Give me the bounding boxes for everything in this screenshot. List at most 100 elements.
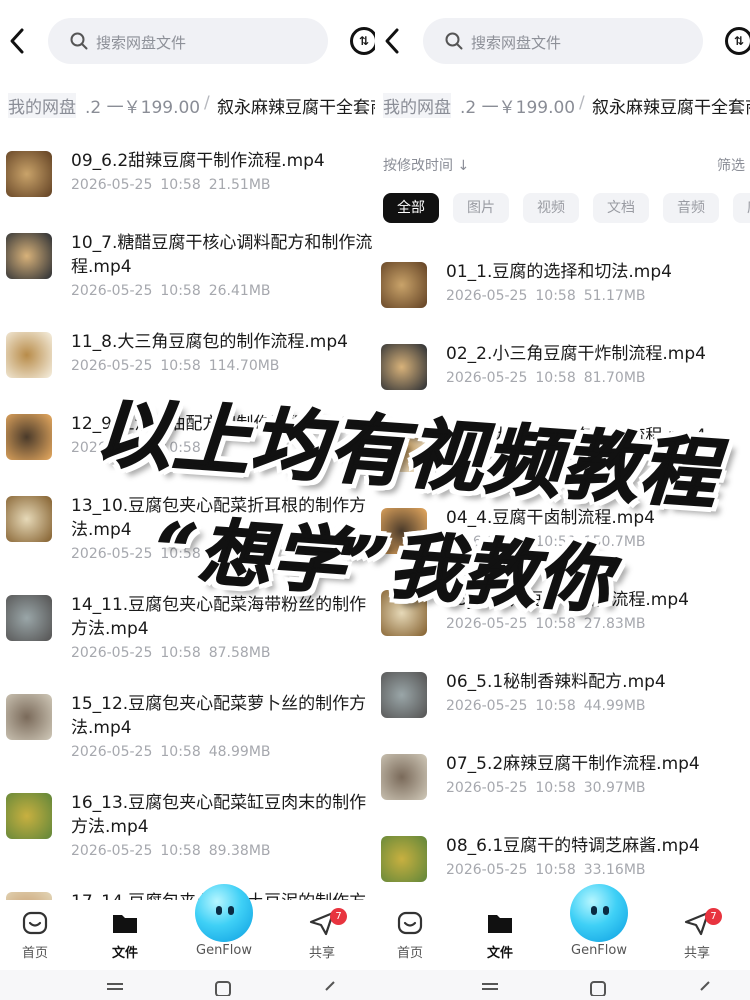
tab-genflow-label: GenFlow <box>571 943 627 958</box>
file-time: 10:58 <box>535 698 576 714</box>
back-nav-icon[interactable] <box>697 980 713 996</box>
share-badge: 7 <box>705 908 722 925</box>
search-placeholder: 搜索网盘文件 <box>96 34 187 52</box>
recent-apps-icon[interactable] <box>480 980 500 996</box>
chip-apps[interactable]: 应用 <box>733 193 750 223</box>
file-date: 2026-05-25 <box>71 283 153 299</box>
video-thumbnail <box>6 595 52 641</box>
sort-row: 按修改时间 ↓ 筛选 <box>383 155 745 177</box>
search-input[interactable]: 搜索网盘文件 <box>48 18 328 64</box>
tab-share-label: 共享 <box>683 946 710 961</box>
tab-files[interactable]: 文件 <box>90 910 160 961</box>
file-time: 10:58 <box>535 452 576 468</box>
breadcrumb-current: 叙永麻辣豆腐干全套商 <box>592 98 750 118</box>
file-name: 15_12.豆腐包夹心配菜萝卜丝的制作方法.mp4 <box>71 694 367 738</box>
file-meta: 2026-05-25 10:58 114.70MB <box>71 358 287 374</box>
search-input[interactable]: 搜索网盘文件 <box>423 18 703 64</box>
file-size: 89.38MB <box>208 843 271 859</box>
file-name: 02_2.小三角豆腐干炸制流程.mp4 <box>446 344 706 364</box>
breadcrumb-folder[interactable]: .2 一￥199.00 <box>85 93 200 118</box>
back-nav-icon[interactable] <box>322 980 338 996</box>
breadcrumb-separator: / <box>204 93 210 113</box>
file-date: 2026-05-25 <box>446 780 528 796</box>
file-meta: 2026-05-25 10:58 <box>71 546 217 562</box>
file-size: 25.62MB <box>583 452 646 468</box>
genflow-orb-icon[interactable] <box>195 884 253 942</box>
file-name: 10_7.糖醋豆腐干核心调料配方和制作流程.mp4 <box>71 233 373 277</box>
tab-home-label: 首页 <box>396 946 423 961</box>
recent-apps-icon[interactable] <box>105 980 125 996</box>
tab-home[interactable]: 首页 <box>375 910 445 961</box>
tab-share-label: 共享 <box>308 946 335 961</box>
video-thumbnail <box>381 426 427 472</box>
orb-eye-icon <box>228 906 234 915</box>
filter-button[interactable]: 筛选 <box>717 155 745 175</box>
file-name: 16_13.豆腐包夹心配菜缸豆肉末的制作方法.mp4 <box>71 793 367 837</box>
system-nav-bar <box>0 970 375 1000</box>
file-name: 06_5.1秘制香辣料配方.mp4 <box>446 672 666 692</box>
video-thumbnail <box>6 793 52 839</box>
chip-all[interactable]: 全部 <box>383 193 439 223</box>
breadcrumb-separator: / <box>579 93 585 113</box>
breadcrumb-root[interactable]: 我的网盘 <box>8 93 76 118</box>
breadcrumb: 我的网盘 .2 一￥199.00 / 叙永麻辣豆腐干全套商 <box>0 90 375 118</box>
folder-icon <box>488 915 512 933</box>
search-icon <box>70 32 88 50</box>
chip-images[interactable]: 图片 <box>453 193 509 223</box>
video-thumbnail <box>381 590 427 636</box>
home-nav-icon[interactable] <box>214 980 232 996</box>
orb-eye-icon <box>216 906 222 915</box>
tab-home-label: 首页 <box>21 946 48 961</box>
top-bar: 搜索网盘文件 ⇅ <box>0 16 375 66</box>
tab-home[interactable]: 首页 <box>0 910 70 961</box>
file-size: 150.7MB <box>583 534 646 550</box>
sort-by-modified-button[interactable]: 按修改时间 ↓ <box>383 158 469 174</box>
tab-files[interactable]: 文件 <box>465 910 535 961</box>
video-thumbnail <box>381 836 427 882</box>
file-time: 10:58 <box>535 288 576 304</box>
tab-genflow[interactable]: GenFlow <box>189 943 259 958</box>
video-thumbnail <box>6 694 52 740</box>
file-size: 21.51MB <box>208 177 271 193</box>
breadcrumb: 我的网盘 .2 一￥199.00 / 叙永麻辣豆腐干全套商 <box>375 90 750 118</box>
system-nav-bar <box>375 970 750 1000</box>
file-meta: 2026-05-25 10:58 89.38MB <box>71 843 279 859</box>
file-size: 30.97MB <box>583 780 646 796</box>
file-name: 03_3.大三角豆腐包炸制流程.mp4 <box>446 426 706 446</box>
video-thumbnail <box>381 672 427 718</box>
file-size: 81.70MB <box>583 370 646 386</box>
file-date: 2026-05-25 <box>71 440 153 456</box>
chip-audio[interactable]: 音频 <box>663 193 719 223</box>
tab-genflow[interactable]: GenFlow <box>564 943 634 958</box>
share-badge: 7 <box>330 908 347 925</box>
chip-docs[interactable]: 文档 <box>593 193 649 223</box>
file-name: 14_11.豆腐包夹心配菜海带粉丝的制作方法.mp4 <box>71 595 367 639</box>
file-date: 2026-05-25 <box>446 370 528 386</box>
breadcrumb-folder[interactable]: .2 一￥199.00 <box>460 93 575 118</box>
breadcrumb-root[interactable]: 我的网盘 <box>383 93 451 118</box>
file-size: 48.99MB <box>208 744 271 760</box>
chip-videos[interactable]: 视频 <box>523 193 579 223</box>
status-bar <box>375 0 750 12</box>
file-date: 2026-05-25 <box>71 546 153 562</box>
sort-icon[interactable]: ⇅ <box>350 27 375 55</box>
file-size: 44.99MB <box>583 698 646 714</box>
file-meta: 2026-05-25 10:58 87.58MB <box>71 645 279 661</box>
home-nav-icon[interactable] <box>589 980 607 996</box>
sort-icon[interactable]: ⇅ <box>725 27 750 55</box>
genflow-orb-icon[interactable] <box>570 884 628 942</box>
file-date: 2026-05-25 <box>446 288 528 304</box>
file-time: 10:58 <box>535 780 576 796</box>
file-size: 27.83MB <box>583 616 646 632</box>
file-time: 10:58 <box>535 370 576 386</box>
back-icon[interactable] <box>6 26 30 56</box>
home-icon <box>397 911 423 935</box>
back-icon[interactable] <box>381 26 405 56</box>
search-placeholder: 搜索网盘文件 <box>471 34 562 52</box>
video-thumbnail <box>6 151 52 197</box>
search-icon <box>445 32 463 50</box>
file-meta: 2026-05-25 10:58 21.51MB <box>71 177 279 193</box>
file-time: 10:58 <box>160 177 201 193</box>
file-date: 2026-05-25 <box>446 616 528 632</box>
file-name: 08_6.1豆腐干的特调芝麻酱.mp4 <box>446 836 700 856</box>
